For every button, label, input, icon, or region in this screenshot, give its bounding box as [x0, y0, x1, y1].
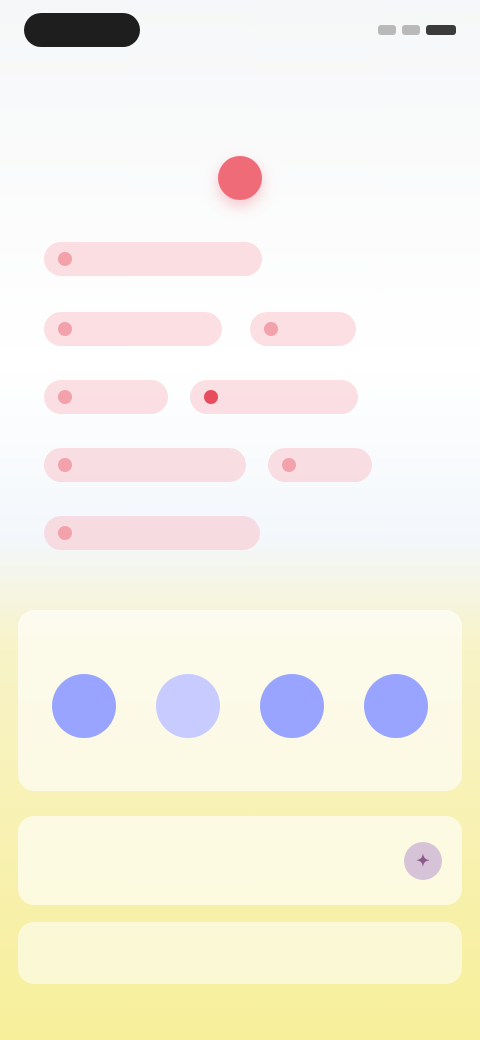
- day-number: [342, 156, 386, 200]
- friend-item[interactable]: [240, 674, 344, 752]
- day-number: [156, 156, 200, 200]
- status-icons: [378, 25, 456, 35]
- avatar: [156, 674, 220, 738]
- day-3-today[interactable]: [212, 132, 268, 200]
- tag-dot-icon: [58, 458, 72, 472]
- status-pill: [24, 13, 140, 47]
- day-5[interactable]: [336, 132, 392, 200]
- tag-dot-icon: [204, 390, 218, 404]
- avatar: [364, 674, 428, 738]
- day-0[interactable]: [26, 132, 82, 200]
- tag-chip[interactable]: [44, 516, 260, 550]
- day-1[interactable]: [88, 132, 144, 200]
- tag-chip[interactable]: [44, 312, 222, 346]
- tag-chip[interactable]: [44, 242, 262, 276]
- tag-cloud: [44, 236, 436, 556]
- day-number: [218, 156, 262, 200]
- tag-dot-icon: [58, 252, 72, 266]
- day-6[interactable]: [398, 132, 454, 200]
- friend-item[interactable]: [32, 674, 136, 752]
- tag-chip[interactable]: [250, 312, 356, 346]
- tag-dot-icon: [282, 458, 296, 472]
- bottom-action-button[interactable]: [18, 922, 462, 984]
- signal-icon: [378, 25, 396, 35]
- gift-icon[interactable]: ✦: [404, 842, 442, 880]
- friends-card: [18, 610, 462, 790]
- tag-dot-icon: [58, 526, 72, 540]
- tag-chip[interactable]: [44, 448, 246, 482]
- battery-icon: [426, 25, 456, 35]
- friends-row: [32, 674, 448, 752]
- friend-item[interactable]: [136, 674, 240, 752]
- avatar: [52, 674, 116, 738]
- wifi-icon: [402, 25, 420, 35]
- status-bar: [0, 0, 480, 60]
- avatar: [260, 674, 324, 738]
- day-number: [404, 156, 448, 200]
- day-number: [280, 156, 324, 200]
- tag-chip[interactable]: [44, 380, 168, 414]
- week-strip: [26, 132, 454, 212]
- tag-dot-icon: [58, 322, 72, 336]
- tag-chip[interactable]: [190, 380, 358, 414]
- promo-card[interactable]: ✦: [18, 816, 462, 904]
- day-4[interactable]: [274, 132, 330, 200]
- friend-item[interactable]: [344, 674, 448, 752]
- tag-dot-icon: [264, 322, 278, 336]
- day-number: [32, 156, 76, 200]
- tag-dot-icon: [58, 390, 72, 404]
- day-2[interactable]: [150, 132, 206, 200]
- day-number: [94, 156, 138, 200]
- tag-chip[interactable]: [268, 448, 372, 482]
